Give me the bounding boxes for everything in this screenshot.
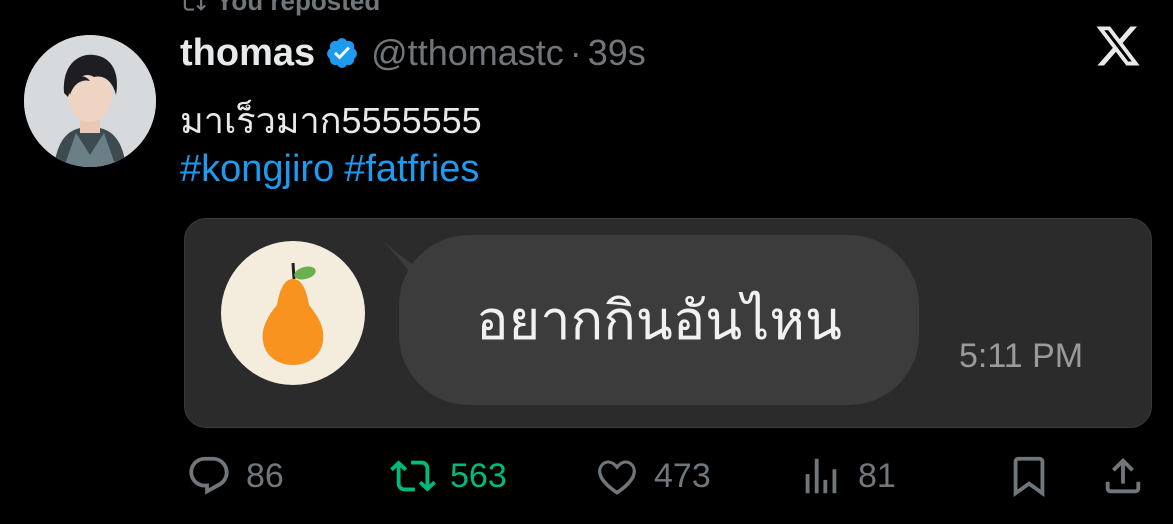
like-icon	[598, 460, 636, 495]
repost-count: 563	[450, 456, 507, 495]
like-button[interactable]: 473	[594, 446, 711, 506]
chat-message: อยากกินอันไหน	[476, 291, 842, 351]
pear-icon	[262, 262, 324, 365]
tweet-timestamp[interactable]: 39s	[588, 32, 646, 74]
like-count: 473	[654, 456, 711, 495]
avatar[interactable]	[24, 35, 156, 167]
reply-button[interactable]: 86	[186, 446, 284, 506]
author-name[interactable]: thomas	[180, 32, 315, 75]
reply-count: 86	[246, 456, 284, 495]
separator-dot: ·	[569, 32, 582, 73]
repost-banner-label: You reposted	[216, 0, 381, 16]
repost-icon	[390, 460, 436, 492]
repost-button[interactable]: 563	[390, 446, 507, 506]
author-handle[interactable]: @tthomastc	[371, 32, 564, 74]
views-count: 81	[858, 456, 896, 495]
chat-avatar	[221, 241, 365, 385]
media-image[interactable]: อยากกินอันไหน 5:11 PM	[184, 218, 1152, 428]
chat-time: 5:11 PM	[959, 337, 1084, 375]
action-bar: 86 563 473 81	[0, 446, 1173, 506]
bookmark-button[interactable]	[1006, 446, 1052, 506]
reply-icon	[189, 456, 229, 495]
x-logo-icon	[1096, 26, 1140, 66]
verified-icon	[327, 38, 358, 68]
hashtags: #kongjiro #fatfries	[180, 148, 489, 191]
repost-banner-icon	[183, 0, 206, 11]
tweet-header: thomas @tthomastc · 39s	[180, 28, 646, 78]
tweet-text: มาเร็วมาก5555555	[180, 100, 482, 141]
share-icon	[1105, 457, 1141, 494]
hashtag-link[interactable]: #fatfries	[344, 148, 479, 190]
hashtag-link[interactable]: #kongjiro	[180, 148, 334, 190]
repost-banner: You reposted	[180, 0, 380, 17]
share-button[interactable]	[1100, 446, 1146, 506]
chat-bubble: อยากกินอันไหน	[399, 235, 919, 405]
views-icon	[805, 458, 837, 494]
views-button[interactable]: 81	[798, 446, 896, 506]
bookmark-icon	[1013, 456, 1045, 497]
